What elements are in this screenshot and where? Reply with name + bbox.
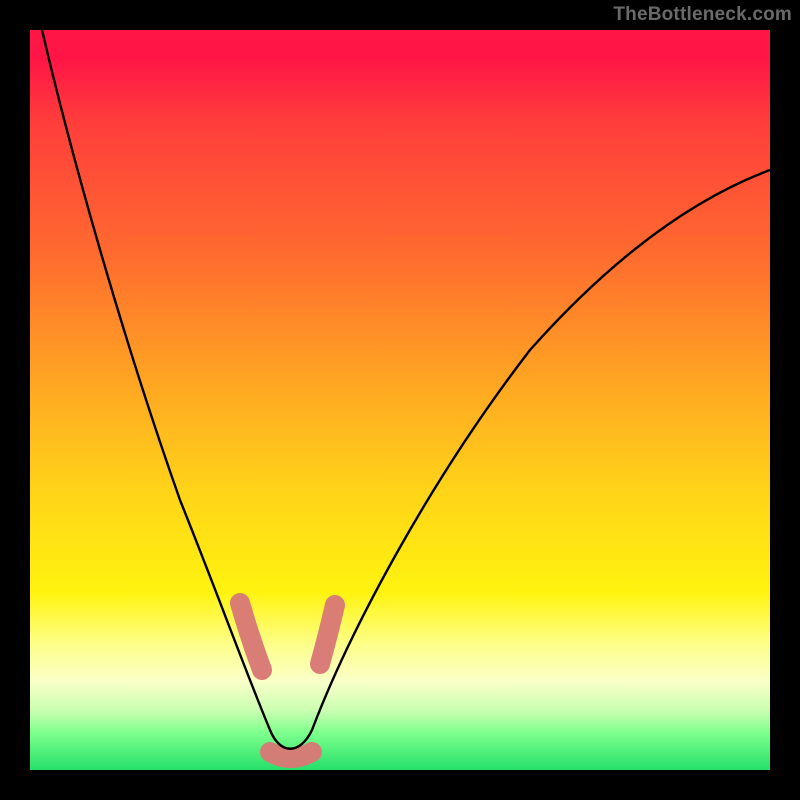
attribution-text: TheBottleneck.com <box>613 4 792 26</box>
bottleneck-curve <box>42 30 770 749</box>
highlight-bottom <box>270 752 312 758</box>
chart-frame: TheBottleneck.com <box>0 0 800 800</box>
highlight-right <box>320 605 335 664</box>
plot-area <box>30 30 770 770</box>
bottleneck-curve-svg <box>30 30 770 770</box>
